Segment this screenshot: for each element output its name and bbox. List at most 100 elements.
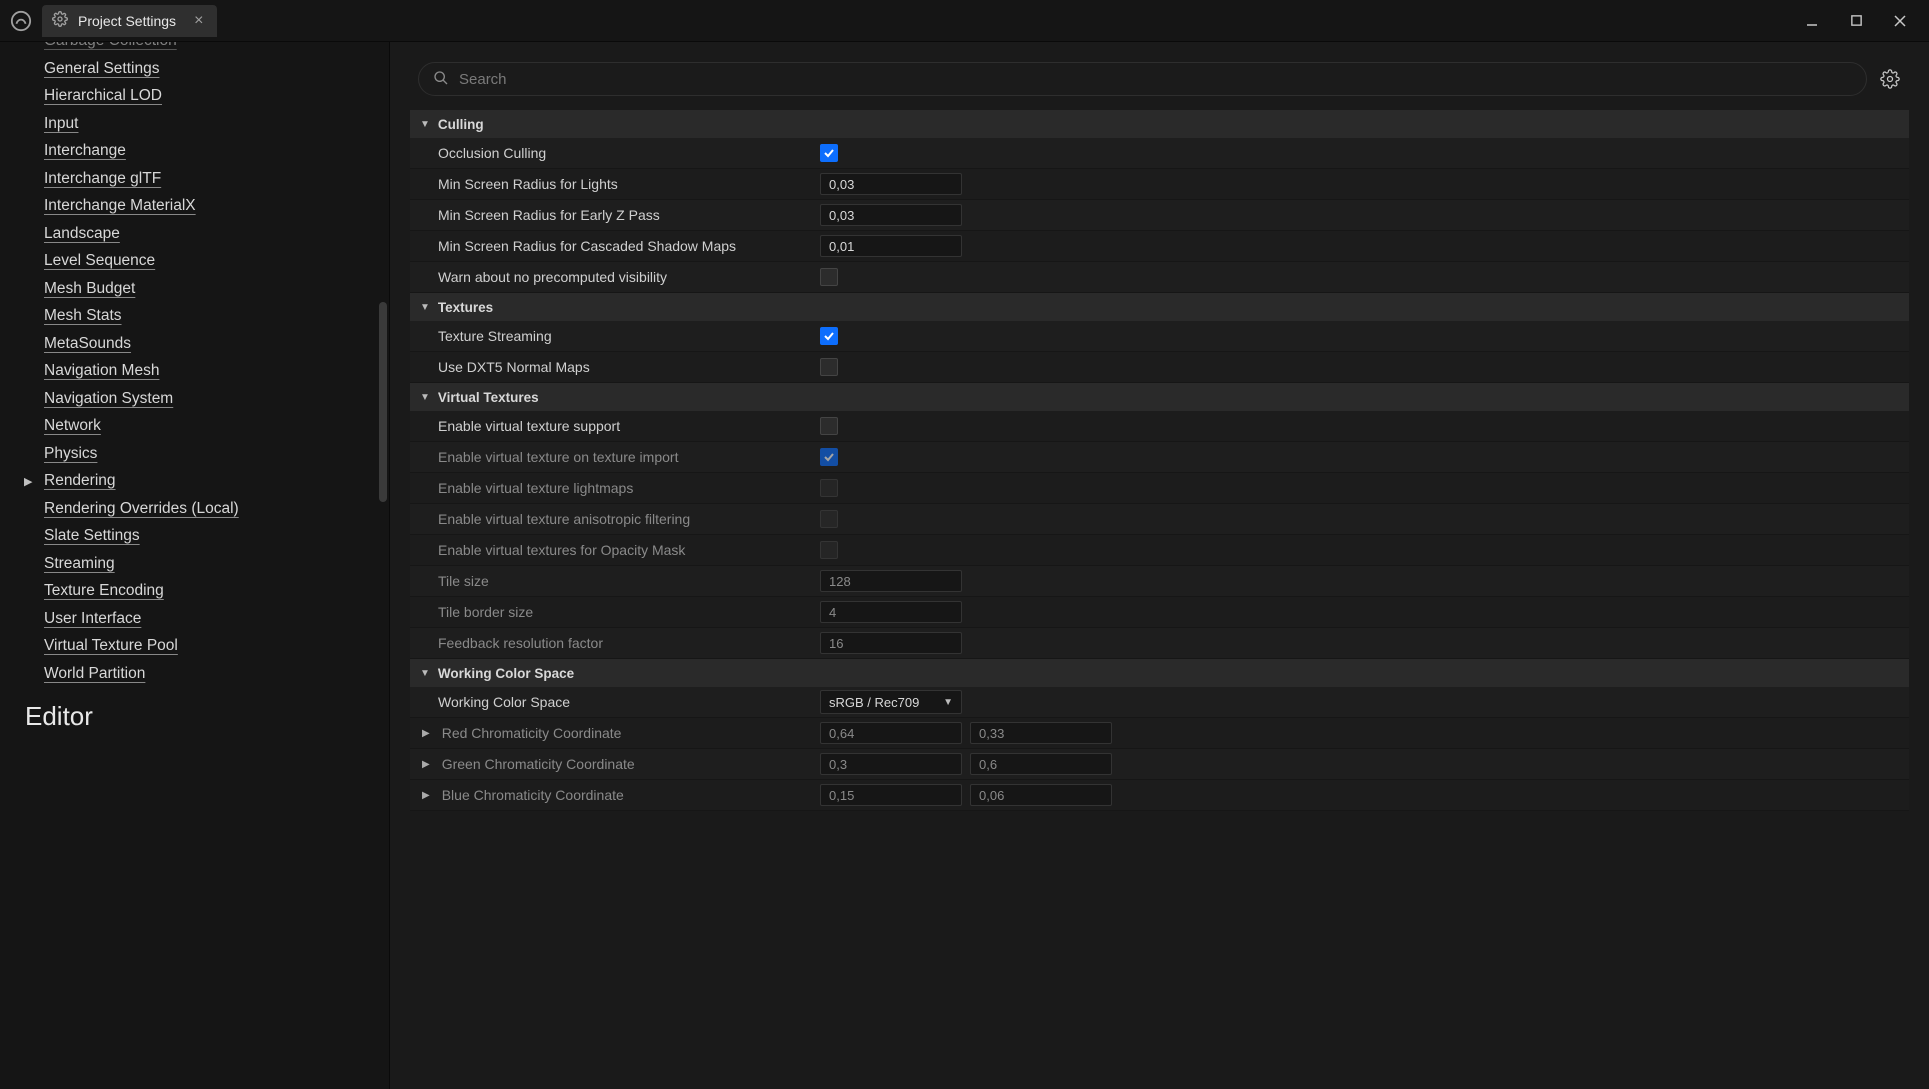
sidebar-item-label: Landscape (44, 225, 120, 243)
sidebar-category-heading: Editor (0, 701, 389, 732)
sidebar-item[interactable]: MetaSounds (44, 335, 389, 353)
sidebar-item[interactable]: Interchange glTF (44, 170, 389, 188)
sidebar-item[interactable]: ▶Rendering (44, 472, 389, 490)
sidebar-item[interactable]: Interchange (44, 142, 389, 160)
sidebar-item-label: Interchange glTF (44, 170, 161, 188)
prop-label: Enable virtual texture support (410, 418, 820, 434)
sidebar-item[interactable]: Rendering Overrides (Local) (44, 500, 389, 518)
sidebar-item-label: Network (44, 417, 101, 435)
close-icon[interactable]: × (194, 12, 203, 30)
prop-label: ▶Green Chromaticity Coordinate (410, 756, 820, 772)
dxt5-normal-checkbox[interactable] (820, 358, 838, 376)
sidebar-item[interactable]: Streaming (44, 555, 389, 573)
feedback-res-input[interactable]: 16 (820, 632, 962, 654)
blue-chrom-x-input[interactable]: 0,15 (820, 784, 962, 806)
chevron-right-icon[interactable]: ▶ (422, 728, 430, 739)
gear-icon (52, 11, 68, 30)
sidebar-item-label: General Settings (44, 60, 159, 78)
window-minimize-button[interactable] (1803, 12, 1821, 30)
tile-border-input[interactable]: 4 (820, 601, 962, 623)
min-screen-radius-csm-input[interactable]: 0,01 (820, 235, 962, 257)
occlusion-culling-checkbox[interactable] (820, 144, 838, 162)
red-chrom-x-input[interactable]: 0,64 (820, 722, 962, 744)
warn-precomputed-checkbox[interactable] (820, 268, 838, 286)
vt-import-checkbox[interactable] (820, 448, 838, 466)
working-color-space-dropdown[interactable]: sRGB / Rec709 ▼ (820, 690, 962, 714)
sidebar-item-label: Level Sequence (44, 252, 155, 270)
vt-opacity-checkbox[interactable] (820, 541, 838, 559)
green-chrom-x-input[interactable]: 0,3 (820, 753, 962, 775)
prop-label: Tile size (410, 573, 820, 589)
section-header-textures[interactable]: ▼ Textures (410, 293, 1909, 321)
section-title: Working Color Space (438, 666, 574, 681)
sidebar-item-label: World Partition (44, 665, 145, 683)
search-input[interactable] (459, 71, 1852, 88)
sidebar-item[interactable]: Interchange MaterialX (44, 197, 389, 215)
section-title: Culling (438, 117, 484, 132)
chevron-down-icon: ▼ (943, 697, 953, 708)
window-maximize-button[interactable] (1847, 12, 1865, 30)
sidebar-item[interactable]: Input (44, 115, 389, 133)
section-header-virtual-textures[interactable]: ▼ Virtual Textures (410, 383, 1909, 411)
sidebar-item-label: Garbage Collection (44, 42, 177, 50)
sidebar-item[interactable]: User Interface (44, 610, 389, 628)
blue-chrom-y-input[interactable]: 0,06 (970, 784, 1112, 806)
min-screen-radius-earlyz-input[interactable]: 0,03 (820, 204, 962, 226)
tab-project-settings[interactable]: Project Settings × (42, 5, 217, 37)
sidebar-item-label: Mesh Stats (44, 307, 122, 325)
section-title: Virtual Textures (438, 390, 539, 405)
sidebar-item-label: Navigation System (44, 390, 173, 408)
sidebar-item[interactable]: Virtual Texture Pool (44, 637, 389, 655)
prop-label: Warn about no precomputed visibility (410, 269, 820, 285)
settings-gear-button[interactable] (1879, 68, 1901, 90)
prop-label: ▶Blue Chromaticity Coordinate (410, 787, 820, 803)
sidebar-item[interactable]: Hierarchical LOD (44, 87, 389, 105)
sidebar-item[interactable]: Physics (44, 445, 389, 463)
texture-streaming-checkbox[interactable] (820, 327, 838, 345)
sidebar-item[interactable]: Network (44, 417, 389, 435)
sidebar-item-label: Rendering Overrides (Local) (44, 500, 239, 518)
search-box[interactable] (418, 62, 1867, 96)
vt-lightmaps-checkbox[interactable] (820, 479, 838, 497)
sidebar-item[interactable]: General Settings (44, 60, 389, 78)
sidebar-item[interactable]: Level Sequence (44, 252, 389, 270)
sidebar-item-label: Interchange (44, 142, 126, 160)
sidebar-item-label: Hierarchical LOD (44, 87, 162, 105)
green-chrom-y-input[interactable]: 0,6 (970, 753, 1112, 775)
sidebar-item-label: Texture Encoding (44, 582, 164, 600)
prop-label: Texture Streaming (410, 328, 820, 344)
sidebar-item-label: Mesh Budget (44, 280, 135, 298)
chevron-right-icon[interactable]: ▶ (422, 759, 430, 770)
section-header-culling[interactable]: ▼ Culling (410, 110, 1909, 138)
sidebar-item[interactable]: Navigation Mesh (44, 362, 389, 380)
sidebar-scrollbar[interactable] (379, 302, 387, 502)
sidebar-item[interactable]: Landscape (44, 225, 389, 243)
sidebar-item[interactable]: Slate Settings (44, 527, 389, 545)
vt-support-checkbox[interactable] (820, 417, 838, 435)
sidebar-item[interactable]: Garbage Collection (44, 42, 389, 50)
sidebar-item[interactable]: Navigation System (44, 390, 389, 408)
window-close-button[interactable] (1891, 12, 1909, 30)
min-screen-radius-lights-input[interactable]: 0,03 (820, 173, 962, 195)
sidebar-item-label: Rendering (44, 472, 116, 490)
sidebar-item-label: MetaSounds (44, 335, 131, 353)
chevron-down-icon: ▼ (420, 392, 430, 403)
red-chrom-y-input[interactable]: 0,33 (970, 722, 1112, 744)
main-panel: ▼ Culling Occlusion Culling Min Screen R… (390, 42, 1929, 1089)
prop-label: Min Screen Radius for Early Z Pass (410, 207, 820, 223)
sidebar: Garbage Collection General Settings Hierar… (0, 42, 390, 1089)
sidebar-item[interactable]: Mesh Budget (44, 280, 389, 298)
sidebar-item[interactable]: Texture Encoding (44, 582, 389, 600)
sidebar-item-label: Navigation Mesh (44, 362, 159, 380)
sidebar-item[interactable]: Mesh Stats (44, 307, 389, 325)
chevron-right-icon[interactable]: ▶ (422, 790, 430, 801)
prop-label: Tile border size (410, 604, 820, 620)
app-logo-icon (6, 6, 36, 36)
sidebar-item[interactable]: World Partition (44, 665, 389, 683)
prop-label: Enable virtual texture anisotropic filte… (410, 511, 820, 527)
sidebar-item-label: User Interface (44, 610, 141, 628)
section-header-working-color-space[interactable]: ▼ Working Color Space (410, 659, 1909, 687)
vt-aniso-checkbox[interactable] (820, 510, 838, 528)
tile-size-input[interactable]: 128 (820, 570, 962, 592)
prop-label: Enable virtual textures for Opacity Mask (410, 542, 820, 558)
